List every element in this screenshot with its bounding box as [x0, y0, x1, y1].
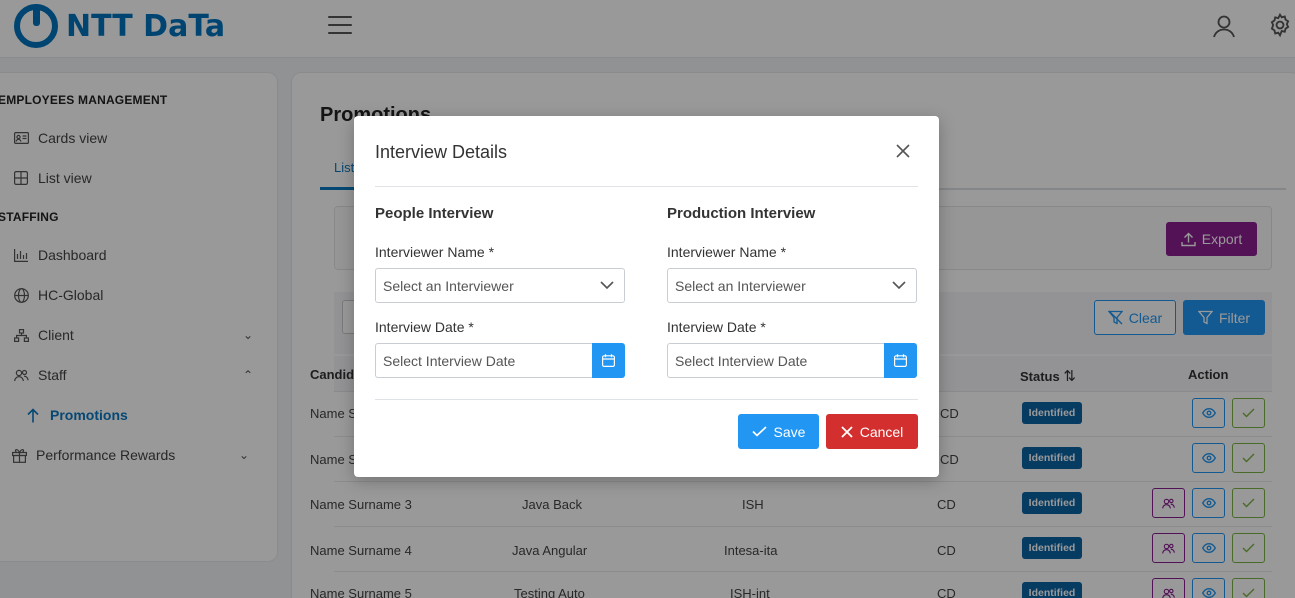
select-placeholder: Select an Interviewer: [383, 278, 514, 294]
people-interview-title: People Interview: [375, 205, 494, 222]
chevron-down-icon: [892, 281, 906, 290]
dialog-divider: [375, 186, 918, 187]
check-icon: [751, 426, 767, 437]
people-date-picker-button[interactable]: [592, 343, 625, 378]
calendar-icon: [894, 354, 907, 367]
dialog-title: Interview Details: [375, 142, 508, 162]
production-date-label: Interview Date *: [667, 319, 766, 335]
select-placeholder: Select an Interviewer: [675, 278, 806, 294]
cancel-button[interactable]: Cancel: [826, 414, 918, 449]
production-interview-title: Production Interview: [667, 205, 816, 222]
production-interviewer-select[interactable]: Select an Interviewer: [667, 268, 917, 303]
people-date-input[interactable]: [375, 343, 592, 378]
people-interviewer-label: Interviewer Name *: [375, 244, 495, 260]
save-button[interactable]: Save: [738, 414, 819, 449]
dialog-footer-divider: [375, 399, 918, 400]
production-date-picker-button[interactable]: [884, 343, 917, 378]
close-icon: [841, 425, 853, 438]
people-date-label: Interview Date *: [375, 319, 474, 335]
chevron-down-icon: [600, 281, 614, 290]
people-interviewer-select[interactable]: Select an Interviewer: [375, 268, 625, 303]
close-icon[interactable]: [894, 142, 912, 160]
calendar-icon: [602, 354, 615, 367]
production-date-input[interactable]: [667, 343, 884, 378]
interview-details-dialog: Interview Details People Interview Inter…: [354, 116, 939, 477]
production-interviewer-label: Interviewer Name *: [667, 244, 787, 260]
